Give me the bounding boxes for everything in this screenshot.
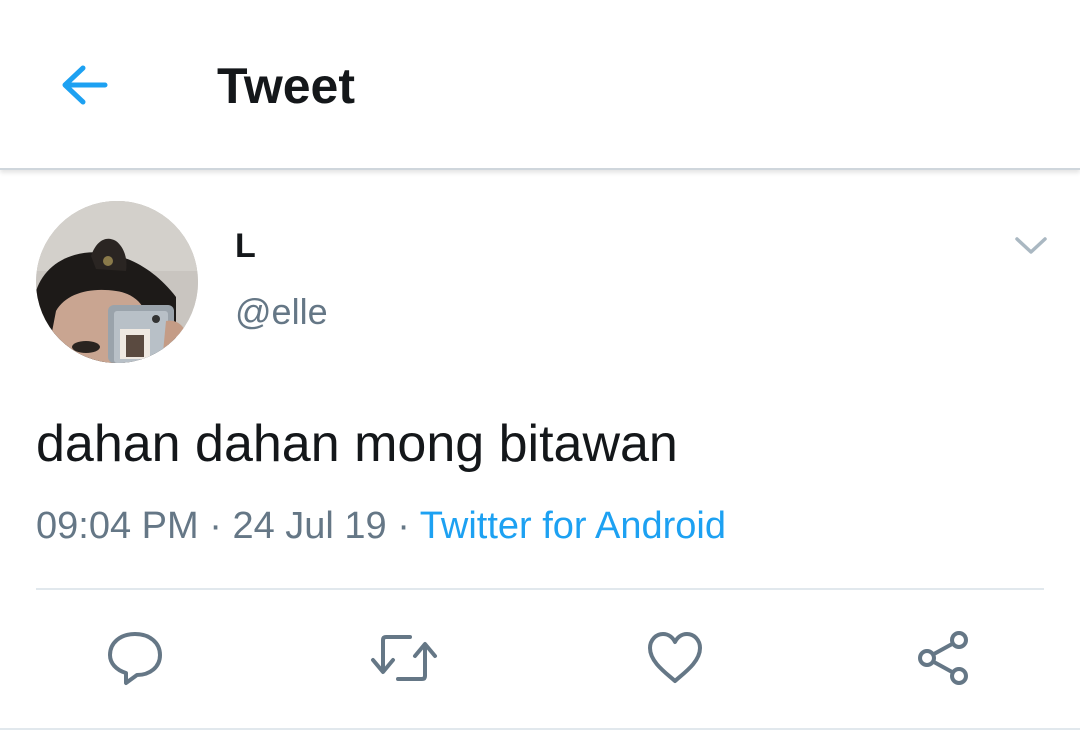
page-title: Tweet [217,58,355,114]
app-header: Tweet [0,0,1080,170]
like-button[interactable] [639,622,711,694]
back-button[interactable] [56,57,112,113]
avatar-photo [36,201,198,363]
retweet-icon [371,635,437,681]
tweet-actions [0,622,1080,694]
share-icon [918,631,968,685]
reply-icon [108,632,162,685]
divider [36,588,1044,590]
tweet-time: 09:04 PM [36,505,199,547]
chevron-down-icon [1015,237,1047,254]
retweet-button[interactable] [368,622,440,694]
tweet-meta: 09:04 PM · 24 Jul 19 · Twitter for Andro… [36,503,726,549]
heart-icon [648,632,702,683]
tweet-source-link[interactable]: Twitter for Android [420,505,726,547]
user-handle[interactable]: @elle [235,291,328,333]
display-name[interactable]: L [235,226,256,266]
bottom-divider [0,728,1080,730]
reply-button[interactable] [99,622,171,694]
arrow-left-icon [62,65,108,105]
tweet-date: 24 Jul 19 [232,505,387,547]
share-button[interactable] [908,622,980,694]
meta-separator: · [397,505,410,547]
avatar[interactable] [36,201,198,363]
tweet-text: dahan dahan mong bitawan [36,415,678,473]
tweet-menu-button[interactable] [1008,226,1054,266]
meta-separator: · [209,505,222,547]
